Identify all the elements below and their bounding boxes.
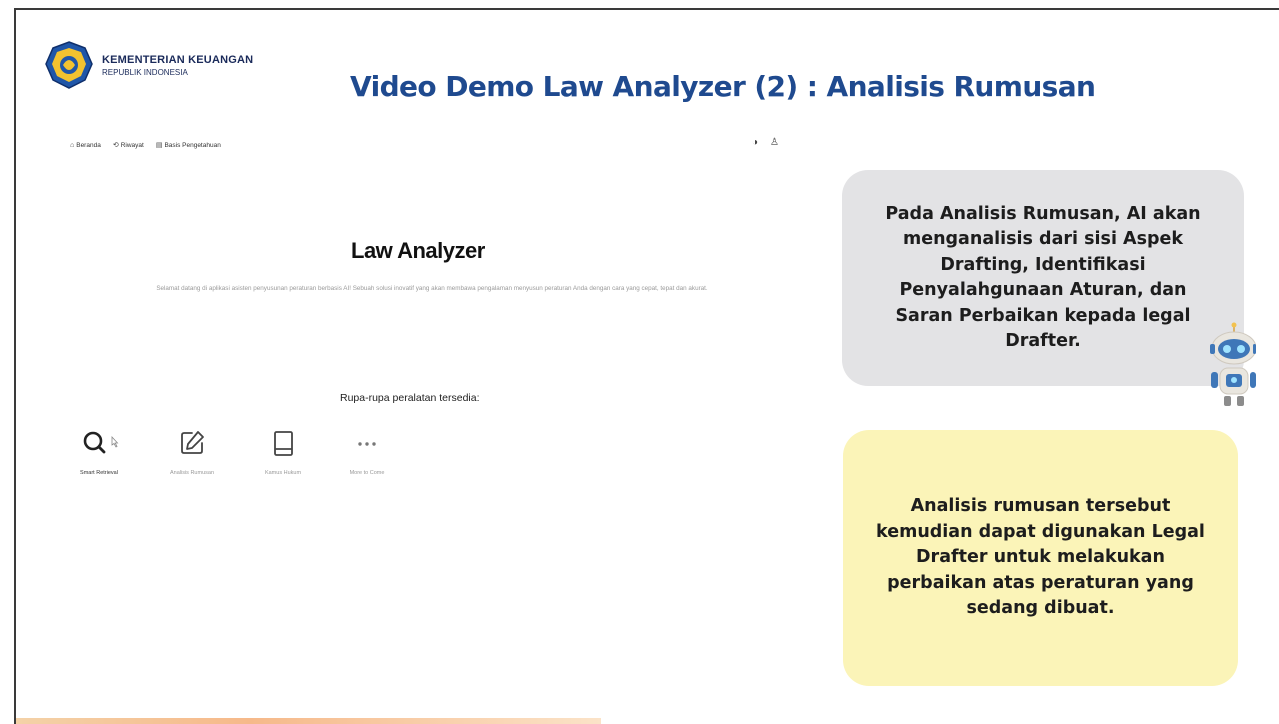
org-name: KEMENTERIAN KEUANGAN <box>102 53 254 66</box>
theme-toggle-icon[interactable]: ◑ <box>752 137 758 148</box>
callout-text: Pada Analisis Rumusan, AI akan menganali… <box>885 203 1201 352</box>
tool-kamus-hukum[interactable]: Kamus Hukum <box>248 426 318 476</box>
app-heading: Law Analyzer <box>351 238 485 263</box>
app-top-icons: ◑ ♙ <box>752 137 779 148</box>
edit-icon <box>181 431 204 454</box>
slide-title: Video Demo Law Analyzer (2) : Analisis R… <box>350 70 1096 103</box>
nav-label: Riwayat <box>120 141 144 149</box>
home-icon: ⌂ <box>70 141 75 149</box>
callout-perbaikan: Analisis rumusan tersebut kemudian dapat… <box>843 430 1238 686</box>
tool-more-to-come[interactable]: More to Come <box>332 426 402 476</box>
book-icon <box>274 431 293 456</box>
tool-label: Smart Retrieval <box>80 470 118 476</box>
nav-item-basis-pengetahuan[interactable]: ▤ Basis Pengetahuan <box>155 141 221 150</box>
book-icon: ▤ <box>155 142 163 149</box>
more-icon <box>358 442 376 446</box>
ministry-logo: KEMENTERIAN KEUANGAN REPUBLIK INDONESIA <box>44 40 253 90</box>
nav-label: Beranda <box>76 141 101 149</box>
app-description: Selamat datang di aplikasi asisten penyu… <box>156 285 708 292</box>
org-subtitle: REPUBLIK INDONESIA <box>102 67 188 77</box>
tool-label: More to Come <box>349 470 385 476</box>
search-icon <box>83 431 119 454</box>
nav-item-riwayat[interactable]: ⟲ Riwayat <box>112 141 144 150</box>
tool-analisis-rumusan[interactable]: Analisis Rumusan <box>157 426 227 476</box>
nav-item-beranda[interactable]: ⌂ Beranda <box>70 141 101 149</box>
bottom-accent-strip <box>16 718 601 724</box>
tool-label: Kamus Hukum <box>264 470 302 476</box>
ministry-emblem-icon <box>45 41 93 89</box>
callout-text: Analisis rumusan tersebut kemudian dapat… <box>876 496 1205 619</box>
history-icon: ⟲ <box>112 142 119 149</box>
user-icon[interactable]: ♙ <box>770 137 779 148</box>
nav-label: Basis Pengetahuan <box>164 141 221 149</box>
callout-analisis-rumusan: Pada Analisis Rumusan, AI akan menganali… <box>842 170 1244 386</box>
tool-label: Analisis Rumusan <box>169 470 215 476</box>
robot-mascot-icon <box>1210 322 1256 406</box>
tool-smart-retrieval[interactable]: Smart Retrieval <box>64 426 134 476</box>
app-nav: ⌂ Beranda ⟲ Riwayat ▤ Basis Pengetahuan <box>70 141 221 150</box>
tools-title: Rupa-rupa peralatan tersedia: <box>340 392 480 404</box>
